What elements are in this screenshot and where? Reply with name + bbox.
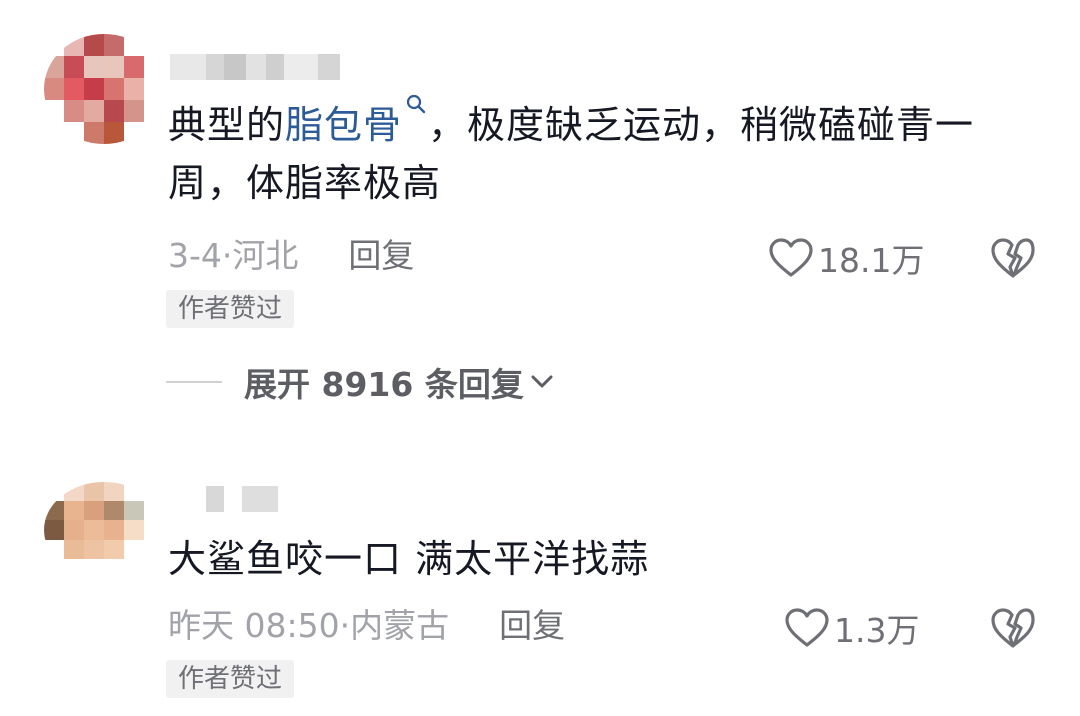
like-count: 1.3万: [834, 611, 920, 650]
comment-meta: 昨天 08:50 · 内蒙古 回复: [168, 604, 565, 648]
comment-text-before: 典型的: [168, 103, 286, 147]
comment-text: 典型的脂包骨 ，极度缺乏运动，稍微磕碰青一周，体脂率极高: [168, 94, 1020, 212]
search-link[interactable]: 脂包骨: [285, 94, 428, 147]
comment-date: 昨天 08:50: [168, 606, 340, 645]
like-button[interactable]: 1.3万: [784, 604, 919, 652]
chevron-down-icon: [531, 375, 553, 388]
comment-text: 大鲨鱼咬一口 满太平洋找蒜: [168, 537, 650, 581]
author-liked-badge: 作者赞过: [166, 660, 295, 698]
reply-button[interactable]: 回复: [348, 234, 414, 278]
username[interactable]: [170, 486, 278, 512]
like-button[interactable]: 18.1万: [768, 234, 924, 282]
broken-heart-icon[interactable]: [990, 236, 1036, 280]
comment-date: 3-4: [168, 236, 222, 275]
avatar[interactable]: [44, 34, 164, 144]
comment-item: 大鲨鱼咬一口 满太平洋找蒜 昨天 08:50 · 内蒙古 回复 1.3万 作者赞过: [0, 478, 1080, 716]
search-icon: [406, 94, 426, 114]
heart-icon: [769, 238, 813, 277]
comment-location: 河北: [232, 236, 299, 275]
author-liked-badge: 作者赞过: [166, 290, 295, 328]
expand-replies-label: 展开 8916 条回复: [244, 365, 524, 404]
expand-replies-button[interactable]: 展开 8916 条回复: [166, 358, 554, 406]
comment-item: 典型的脂包骨 ，极度缺乏运动，稍微磕碰青一周，体脂率极高 3-4 · 河北 回复 18…: [0, 30, 1080, 430]
search-link-label: 脂包骨: [285, 103, 403, 147]
comment-meta: 3-4 · 河北 回复: [168, 234, 414, 278]
broken-heart-icon[interactable]: [990, 606, 1036, 650]
avatar[interactable]: [44, 482, 164, 578]
comment-location: 内蒙古: [350, 606, 450, 645]
like-count: 18.1万: [818, 241, 925, 280]
heart-icon: [785, 608, 829, 647]
username[interactable]: [170, 54, 340, 80]
divider: [166, 381, 222, 383]
reply-button[interactable]: 回复: [499, 604, 565, 648]
